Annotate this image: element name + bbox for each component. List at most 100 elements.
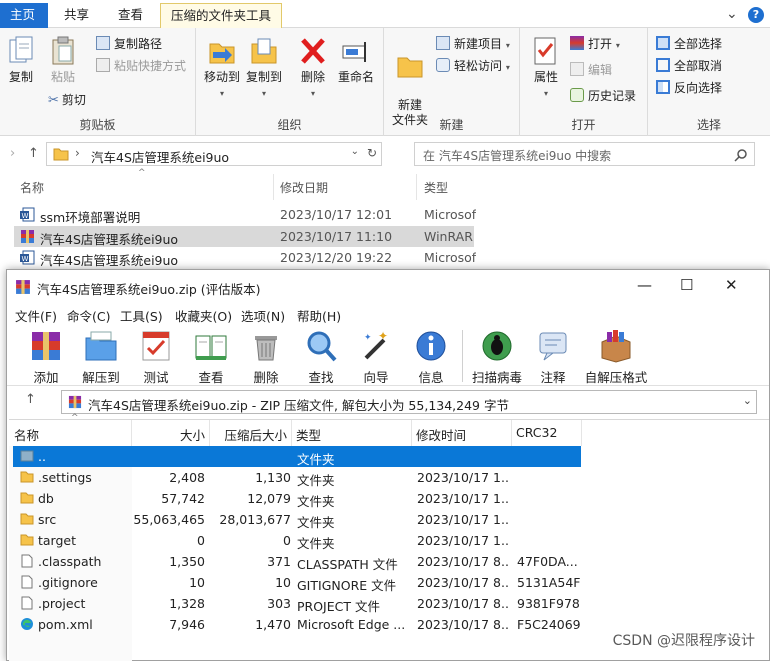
find-button[interactable]: 查找	[293, 326, 349, 386]
add-archive-icon	[32, 332, 60, 360]
paste-shortcut-button[interactable]: 粘贴快捷方式	[96, 56, 186, 76]
rar-column-crc[interactable]: CRC32	[512, 420, 582, 446]
copy-to-button[interactable]: 复制到 ▾	[246, 36, 282, 101]
view-button[interactable]: 查看	[183, 326, 239, 386]
info-button[interactable]: 信息	[403, 326, 459, 386]
archive-row-modified: 2023/10/17 8...	[417, 617, 509, 632]
scissors-icon: ✂	[48, 93, 59, 108]
rar-column-size[interactable]: 大小	[132, 420, 210, 446]
cut-button[interactable]: ✂ 剪切	[48, 90, 86, 110]
add-button[interactable]: 添加	[18, 326, 74, 386]
file-date: 2023/12/20 19:22	[280, 250, 393, 265]
menu-help[interactable]: 帮助(H)	[297, 306, 341, 325]
maximize-icon[interactable]: ☐	[680, 276, 693, 294]
view-label: 查看	[198, 370, 224, 385]
tab-compressed-folder-tools[interactable]: 压缩的文件夹工具	[160, 3, 283, 28]
winrar-delete-button[interactable]: 删除	[238, 326, 294, 386]
menu-tools[interactable]: 工具(S)	[120, 306, 163, 325]
up-arrow-icon[interactable]: ↑	[28, 146, 39, 161]
select-none-button[interactable]: 全部取消	[656, 56, 722, 76]
rename-button[interactable]: 重命名	[336, 36, 376, 85]
rar-column-packed[interactable]: 压缩后大小	[210, 420, 292, 446]
select-all-button[interactable]: 全部选择	[656, 34, 722, 54]
column-name[interactable]: 名称	[20, 179, 44, 196]
archive-row[interactable]: .gitignore 10 10 GITIGNORE 文件 2023/10/17…	[13, 572, 581, 593]
wizard-button[interactable]: ✦ ✦ 向导	[348, 326, 404, 386]
sfx-button[interactable]: 自解压格式	[581, 326, 651, 386]
menu-favorites[interactable]: 收藏夹(O)	[175, 306, 232, 325]
winrar-window: 汽车4S店管理系统ei9uo.zip (评估版本) — ☐ ✕ 文件(F) 命令…	[6, 269, 770, 661]
column-type[interactable]: 类型	[424, 179, 448, 196]
new-item-button[interactable]: 新建项目 ▾	[436, 34, 510, 54]
minimize-icon[interactable]: —	[637, 276, 652, 294]
archive-row-size: 1,350	[169, 554, 205, 569]
open-button[interactable]: 打开 ▾	[570, 34, 620, 54]
file-row[interactable]: 汽车4S店管理系统ei9uo 2023/10/17 11:10 WinRAR	[14, 226, 474, 247]
edit-button[interactable]: 编辑	[570, 60, 612, 80]
comment-label: 注释	[540, 370, 566, 385]
file-icon	[21, 554, 33, 568]
archive-row[interactable]: src 55,063,465 28,013,677 文件夹 2023/10/17…	[13, 509, 581, 530]
paste-button[interactable]: 粘贴	[48, 36, 78, 85]
search-input[interactable]: 在 汽车4S店管理系统ei9uo 中搜索	[414, 142, 755, 166]
archive-row[interactable]: target 0 0 文件夹 2023/10/17 1...	[13, 530, 581, 551]
archive-row-type: 文件夹	[297, 473, 335, 488]
new-folder-button[interactable]: 新建 文件夹	[390, 36, 430, 128]
close-icon[interactable]: ✕	[725, 276, 738, 294]
history-button[interactable]: 历史记录	[570, 86, 636, 106]
file-list-header: ^ 名称 修改日期 类型	[0, 168, 770, 200]
easy-access-button[interactable]: 轻松访问 ▾	[436, 56, 510, 76]
move-to-button[interactable]: 移动到 ▾	[204, 36, 240, 101]
menu-options[interactable]: 选项(N)	[241, 306, 285, 325]
wizard-label: 向导	[363, 370, 389, 385]
copy-button[interactable]: 复制	[6, 36, 36, 85]
easy-access-caret-icon: ▾	[505, 63, 510, 72]
file-row[interactable]: W 汽车4S店管理系统ei9uo 2023/12/20 19:22 Micros…	[14, 247, 476, 268]
menu-file[interactable]: 文件(F)	[15, 306, 57, 325]
extract-to-label: 解压到	[82, 370, 120, 385]
archive-row[interactable]: .. 文件夹	[13, 446, 581, 467]
archive-row-name: pom.xml	[38, 617, 93, 632]
ribbon-collapse-icon[interactable]: ⌄	[726, 6, 738, 22]
help-icon[interactable]: ?	[748, 7, 764, 23]
address-bar[interactable]: › 汽车4S店管理系统ei9uo ⌄ ↻	[46, 142, 382, 166]
archive-row[interactable]: .project 1,328 303 PROJECT 文件 2023/10/17…	[13, 593, 581, 614]
archive-row[interactable]: pom.xml 7,946 1,470 Microsoft Edge ... 2…	[13, 614, 581, 635]
refresh-icon[interactable]: ↻	[367, 146, 377, 160]
invert-selection-button[interactable]: 反向选择	[656, 78, 722, 98]
address-text: 汽车4S店管理系统ei9uo	[91, 150, 230, 165]
path-dropdown-icon[interactable]: ⌄	[743, 394, 752, 407]
rar-column-name[interactable]: 名称	[9, 420, 132, 446]
extract-to-button[interactable]: 解压到	[73, 326, 129, 386]
archive-row[interactable]: db 57,742 12,079 文件夹 2023/10/17 1...	[13, 488, 581, 509]
sfx-label: 自解压格式	[584, 370, 648, 385]
properties-button[interactable]: 属性 ▾	[528, 36, 564, 101]
comment-button[interactable]: 注释	[525, 326, 581, 386]
delete-button[interactable]: 删除 ▾	[298, 36, 328, 101]
rar-column-type[interactable]: 类型	[292, 420, 412, 446]
back-arrow-icon[interactable]: ›	[10, 146, 15, 161]
file-row[interactable]: W ssm环境部署说明 2023/10/17 12:01 Microsoft	[14, 204, 476, 225]
archive-row[interactable]: .settings 2,408 1,130 文件夹 2023/10/17 1..…	[13, 467, 581, 488]
archive-row[interactable]: .classpath 1,350 371 CLASSPATH 文件 2023/1…	[13, 551, 581, 572]
up-level-icon[interactable]: ↑	[25, 392, 36, 407]
column-date[interactable]: 修改日期	[280, 179, 328, 196]
winrar-title-bar[interactable]: 汽车4S店管理系统ei9uo.zip (评估版本) — ☐ ✕	[7, 270, 769, 304]
menu-commands[interactable]: 命令(C)	[67, 306, 110, 325]
address-dropdown-icon[interactable]: ⌄	[351, 146, 359, 157]
info-icon	[416, 331, 446, 361]
move-to-label: 移动到	[204, 70, 241, 84]
tab-view[interactable]: 查看	[108, 3, 153, 28]
scan-virus-button[interactable]: 扫描病毒	[465, 326, 529, 386]
rar-column-modified[interactable]: 修改时间	[412, 420, 512, 446]
archive-row-packed: 371	[267, 554, 291, 569]
tab-share[interactable]: 共享	[54, 3, 99, 28]
paste-label: 粘贴	[50, 70, 75, 84]
winrar-path-bar[interactable]: 汽车4S店管理系统ei9uo.zip - ZIP 压缩文件, 解包大小为 55,…	[61, 390, 757, 414]
edit-label: 编辑	[588, 63, 613, 77]
tab-home[interactable]: 主页	[0, 3, 48, 28]
winrar-archive-icon	[68, 395, 82, 409]
test-button[interactable]: 测试	[128, 326, 184, 386]
copy-path-label: 复制路径	[114, 37, 163, 51]
copy-path-button[interactable]: 复制路径	[96, 34, 162, 54]
